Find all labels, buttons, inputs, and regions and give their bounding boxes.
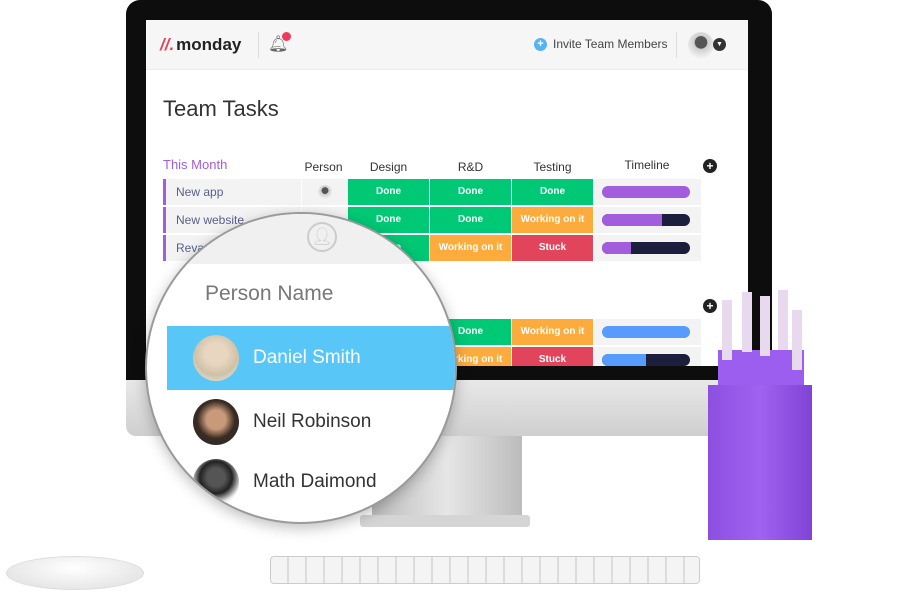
column-header-person[interactable]: Person (300, 160, 347, 174)
plus-icon: + (534, 37, 547, 51)
item-name[interactable]: New app (176, 185, 223, 199)
divider (258, 32, 259, 58)
person-option-neil-robinson[interactable]: Neil Robinson (167, 390, 455, 454)
person-cell[interactable] (301, 179, 348, 205)
monitor-base (360, 515, 530, 527)
top-bar: //. monday 🔔︎ + Invite Team Members ▼ (146, 20, 748, 70)
person-picker-title: Person Name (205, 282, 334, 305)
timeline-bar[interactable] (602, 242, 690, 254)
add-column-icon[interactable]: + (703, 159, 717, 173)
column-header-rnd[interactable]: R&D (430, 160, 511, 174)
testing-status[interactable]: Working on it (512, 207, 594, 233)
notification-dot (282, 32, 291, 41)
user-avatar[interactable] (688, 32, 714, 58)
table-row[interactable]: New app Done Done Done (163, 179, 701, 205)
invite-label: Invite Team Members (553, 37, 668, 51)
invite-team-members-button[interactable]: + Invite Team Members (534, 37, 668, 51)
pencil (792, 310, 802, 370)
page-title: Team Tasks (163, 96, 279, 121)
person-picker-magnifier: 👤︎ Person Name Daniel Smith Neil Robinso… (145, 212, 457, 524)
avatar (193, 335, 239, 381)
monday-logo[interactable]: //. monday (160, 35, 241, 55)
magnified-row (147, 214, 455, 264)
divider (676, 32, 677, 58)
timeline-bar[interactable] (602, 354, 690, 366)
add-column-icon[interactable]: + (703, 299, 717, 313)
chevron-down-icon[interactable]: ▼ (713, 38, 726, 51)
pencil-cup (708, 385, 812, 540)
person-placeholder-icon[interactable]: 👤︎ (307, 222, 337, 252)
timeline-bar[interactable] (602, 214, 690, 226)
testing-status[interactable]: Working on it (512, 319, 594, 345)
testing-status[interactable]: Stuck (512, 347, 594, 366)
pencil (778, 290, 788, 350)
person-option-math-daimond[interactable]: Math Daimond (167, 450, 455, 514)
pencil (742, 292, 752, 352)
group-title[interactable]: This Month (163, 157, 227, 172)
person-option-daniel-smith[interactable]: Daniel Smith (167, 326, 455, 390)
pencil (760, 296, 770, 356)
column-header-design[interactable]: Design (348, 160, 429, 174)
avatar (193, 459, 239, 505)
column-header-testing[interactable]: Testing (512, 160, 593, 174)
mouse (6, 556, 144, 590)
column-header-timeline[interactable]: Timeline (594, 158, 700, 172)
avatar (318, 185, 332, 199)
testing-status[interactable]: Done (512, 179, 594, 205)
design-status[interactable]: Done (348, 179, 430, 205)
keyboard (270, 556, 700, 584)
timeline-bar[interactable] (602, 326, 690, 338)
rnd-status[interactable]: Done (430, 179, 512, 205)
avatar (193, 399, 239, 445)
timeline-bar[interactable] (602, 186, 690, 198)
pencil (722, 300, 732, 360)
testing-status[interactable]: Stuck (512, 235, 594, 261)
